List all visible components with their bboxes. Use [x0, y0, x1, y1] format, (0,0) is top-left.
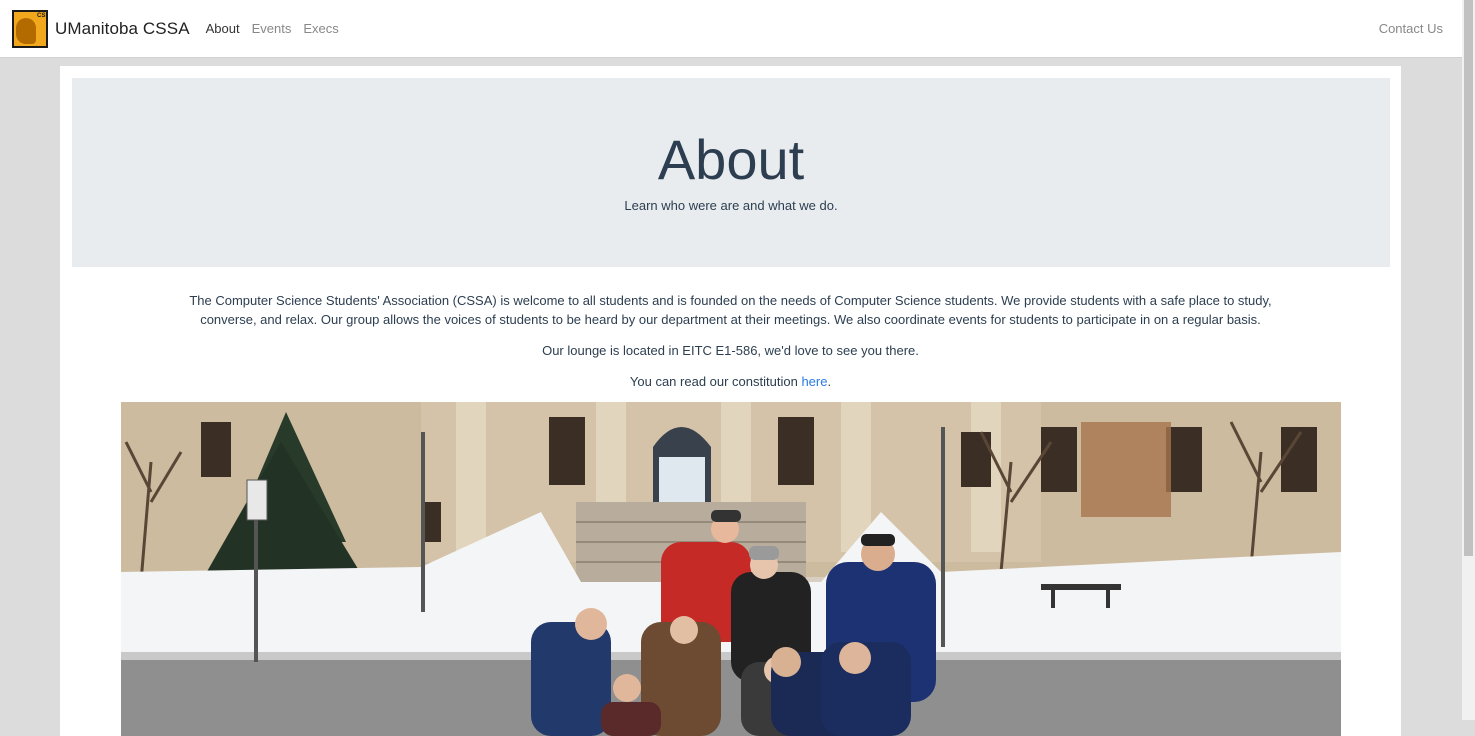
- lounge-paragraph: Our lounge is located in EITC E1-586, we…: [542, 343, 919, 358]
- nav-link-execs[interactable]: Execs: [301, 17, 340, 40]
- cssa-logo: CSSA: [12, 9, 48, 48]
- main-container: About Learn who were are and what we do.…: [60, 66, 1401, 736]
- brand-link[interactable]: CSSA UManitoba CSSA: [12, 9, 190, 48]
- constitution-link[interactable]: here: [801, 374, 827, 389]
- jumbotron: About Learn who were are and what we do.: [72, 78, 1390, 267]
- brand-name: UManitoba CSSA: [55, 18, 190, 38]
- constitution-period: .: [827, 374, 832, 389]
- navbar: CSSA UManitoba CSSA About Events Execs C…: [0, 0, 1462, 58]
- nav-links: About Events Execs: [200, 17, 345, 40]
- scrollbar-thumb[interactable]: [1464, 0, 1473, 556]
- nav-link-contact[interactable]: Contact Us: [1379, 21, 1450, 36]
- about-content: The Computer Science Students' Associati…: [60, 291, 1401, 391]
- nav-link-about[interactable]: About: [204, 17, 242, 40]
- constitution-paragraph: You can read our constitution here.: [60, 372, 1401, 391]
- page-title: About: [657, 128, 805, 191]
- group-photo-illustration: [121, 402, 1341, 736]
- nav-link-events[interactable]: Events: [250, 17, 294, 40]
- constitution-text: You can read our constitution: [629, 374, 802, 389]
- group-photo: [121, 402, 1341, 736]
- page-subtitle: Learn who were are and what we do.: [624, 198, 838, 213]
- page-scrollbar[interactable]: [1462, 0, 1475, 720]
- logo-letters: CSSA: [37, 12, 48, 19]
- intro-paragraph: The Computer Science Students' Associati…: [189, 293, 1272, 327]
